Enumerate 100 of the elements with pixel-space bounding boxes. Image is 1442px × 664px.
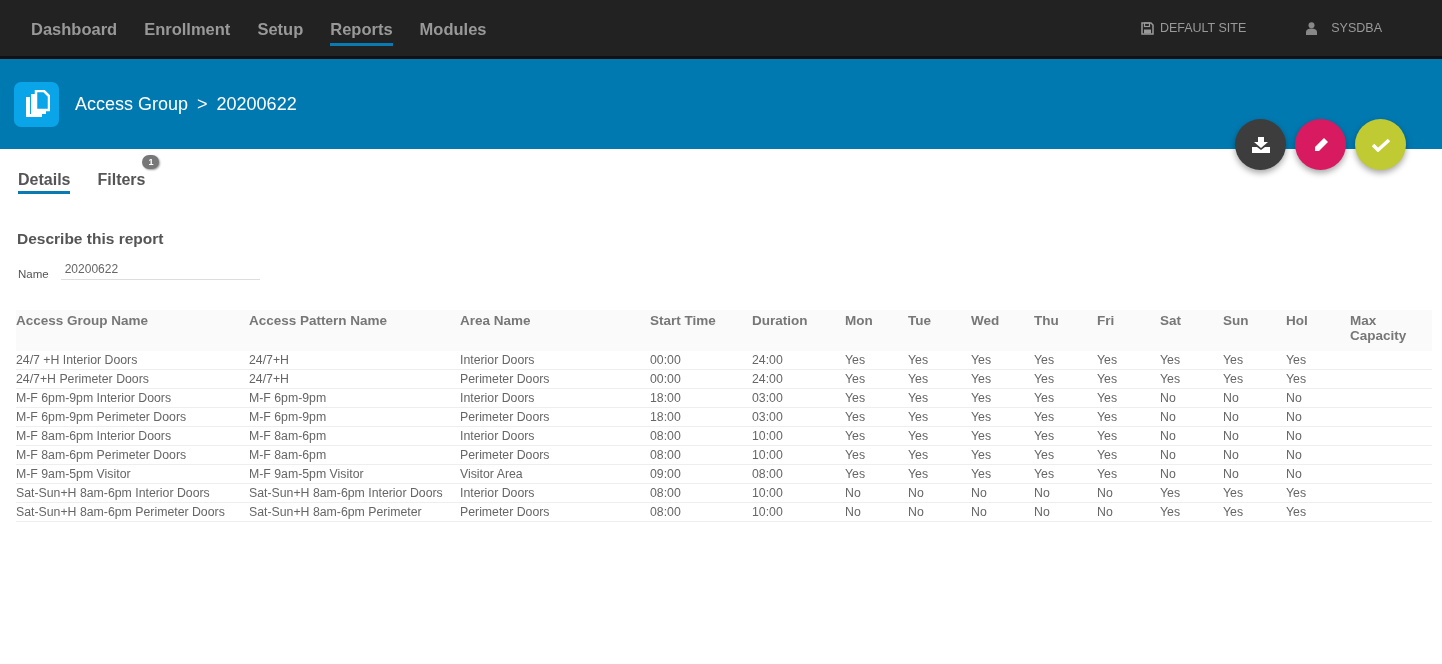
table-cell: M-F 6pm-9pm [249, 391, 327, 405]
table-cell: No [1286, 429, 1302, 443]
table-cell: M-F 6pm-9pm Perimeter Doors [16, 410, 187, 424]
table-cell: Yes [971, 429, 992, 443]
column-header: Hol [1286, 310, 1350, 351]
table-cell: Yes [971, 410, 992, 424]
table-cell: Yes [908, 353, 929, 367]
table-cell: Yes [1034, 353, 1055, 367]
table-cell: No [1223, 410, 1239, 424]
column-header: Start Time [650, 310, 752, 351]
table-cell: 10:00 [752, 505, 783, 519]
table-cell: 24/7+H Perimeter Doors [16, 372, 149, 386]
table-cell: Yes [1034, 372, 1055, 386]
table-cell: Yes [845, 448, 866, 462]
table-cell: No [1286, 391, 1302, 405]
table-cell: Yes [1223, 486, 1244, 500]
table-cell: No [1160, 467, 1176, 481]
table-cell: Visitor Area [460, 467, 523, 481]
table-cell: No [1223, 429, 1239, 443]
table-cell: 09:00 [650, 467, 681, 481]
column-header: Duration [752, 310, 845, 351]
table-cell: No [908, 486, 924, 500]
table-cell: 24/7 +H Interior Doors [16, 353, 138, 367]
table-cell: Yes [1160, 372, 1181, 386]
confirm-button[interactable] [1355, 119, 1406, 170]
table-cell: No [1034, 486, 1050, 500]
table-cell: M-F 6pm-9pm Interior Doors [16, 391, 172, 405]
table-cell: Yes [1286, 505, 1307, 519]
count-badge: 1 [142, 155, 160, 169]
column-header: Max Capacity [1350, 310, 1432, 351]
table-cell: No [1160, 391, 1176, 405]
table-cell: No [845, 486, 861, 500]
nav-tab[interactable]: Reports [330, 14, 393, 46]
copy-pages-icon [23, 90, 50, 118]
pencil-icon [1312, 136, 1329, 153]
table-cell: No [908, 505, 924, 519]
table-cell: Sat-Sun+H 8am-6pm Interior Doors [16, 486, 210, 500]
nav-tab[interactable]: Dashboard [31, 14, 118, 46]
table-cell: Yes [1223, 505, 1244, 519]
table-cell: No [1097, 505, 1113, 519]
table-cell: Perimeter Doors [460, 448, 550, 462]
table-cell: Yes [845, 353, 866, 367]
table-cell: M-F 8am-6pm Interior Doors [16, 429, 172, 443]
table-cell: 08:00 [650, 448, 681, 462]
page-title: 20200622 [216, 93, 297, 115]
table-cell: Interior Doors [460, 391, 535, 405]
table-cell: No [845, 505, 861, 519]
table-cell: Yes [1097, 448, 1118, 462]
edit-button[interactable] [1295, 119, 1346, 170]
user-icon [1306, 21, 1318, 35]
site-name[interactable]: DEFAULT SITE [1159, 21, 1247, 35]
download-button[interactable] [1235, 119, 1286, 170]
user-name[interactable]: SYSDBA [1331, 21, 1382, 35]
table-cell: 10:00 [752, 448, 783, 462]
table-cell: 18:00 [650, 391, 681, 405]
breadcrumb-link[interactable]: Access Group [75, 93, 189, 115]
table-cell: No [1223, 448, 1239, 462]
column-header: Sat [1160, 310, 1223, 351]
table-cell: 10:00 [752, 486, 783, 500]
table-cell: M-F 6pm-9pm [249, 410, 327, 424]
table-cell: Yes [1034, 448, 1055, 462]
name-field[interactable]: 20200622 [60, 262, 260, 280]
table-cell: Yes [845, 467, 866, 481]
nav-tab[interactable]: Modules [419, 14, 487, 46]
table-cell: Yes [1034, 410, 1055, 424]
table-cell: Interior Doors [460, 429, 535, 443]
table-cell: Yes [1097, 372, 1118, 386]
table-cell: No [1286, 448, 1302, 462]
table-cell: Yes [1160, 486, 1181, 500]
table-cell: M-F 9am-5pm Visitor [16, 467, 131, 481]
table-cell: No [1160, 429, 1176, 443]
nav-tab[interactable]: Setup [257, 14, 304, 46]
table-cell: Yes [1097, 429, 1118, 443]
nav-tab[interactable]: Enrollment [144, 14, 231, 46]
column-header: Area Name [460, 310, 650, 351]
download-icon [1251, 136, 1270, 153]
column-header: Sun [1223, 310, 1286, 351]
table-cell: Yes [1097, 353, 1118, 367]
table-cell: Yes [908, 372, 929, 386]
table-cell: Yes [1034, 429, 1055, 443]
table-cell: 10:00 [752, 429, 783, 443]
table-cell: M-F 8am-6pm [249, 448, 327, 462]
table-cell: Yes [1286, 486, 1307, 500]
table-cell: Yes [845, 391, 866, 405]
table-cell: Yes [971, 372, 992, 386]
table-cell: Yes [971, 353, 992, 367]
table-cell: 08:00 [650, 429, 681, 443]
table-cell: Yes [908, 410, 929, 424]
table-cell: 24:00 [752, 353, 783, 367]
column-header: Access Group Name [16, 310, 249, 351]
tab[interactable]: Details [18, 171, 71, 194]
breadcrumb-separator: > [197, 93, 208, 115]
table-cell: Yes [1097, 391, 1118, 405]
table-cell: Sat-Sun+H 8am-6pm Interior Doors [249, 486, 443, 500]
table-cell: No [1097, 486, 1113, 500]
column-header: Thu [1034, 310, 1097, 351]
table-cell: No [1160, 410, 1176, 424]
table-cell: Yes [971, 467, 992, 481]
field-label: Name [18, 268, 49, 280]
table-cell: Perimeter Doors [460, 505, 550, 519]
